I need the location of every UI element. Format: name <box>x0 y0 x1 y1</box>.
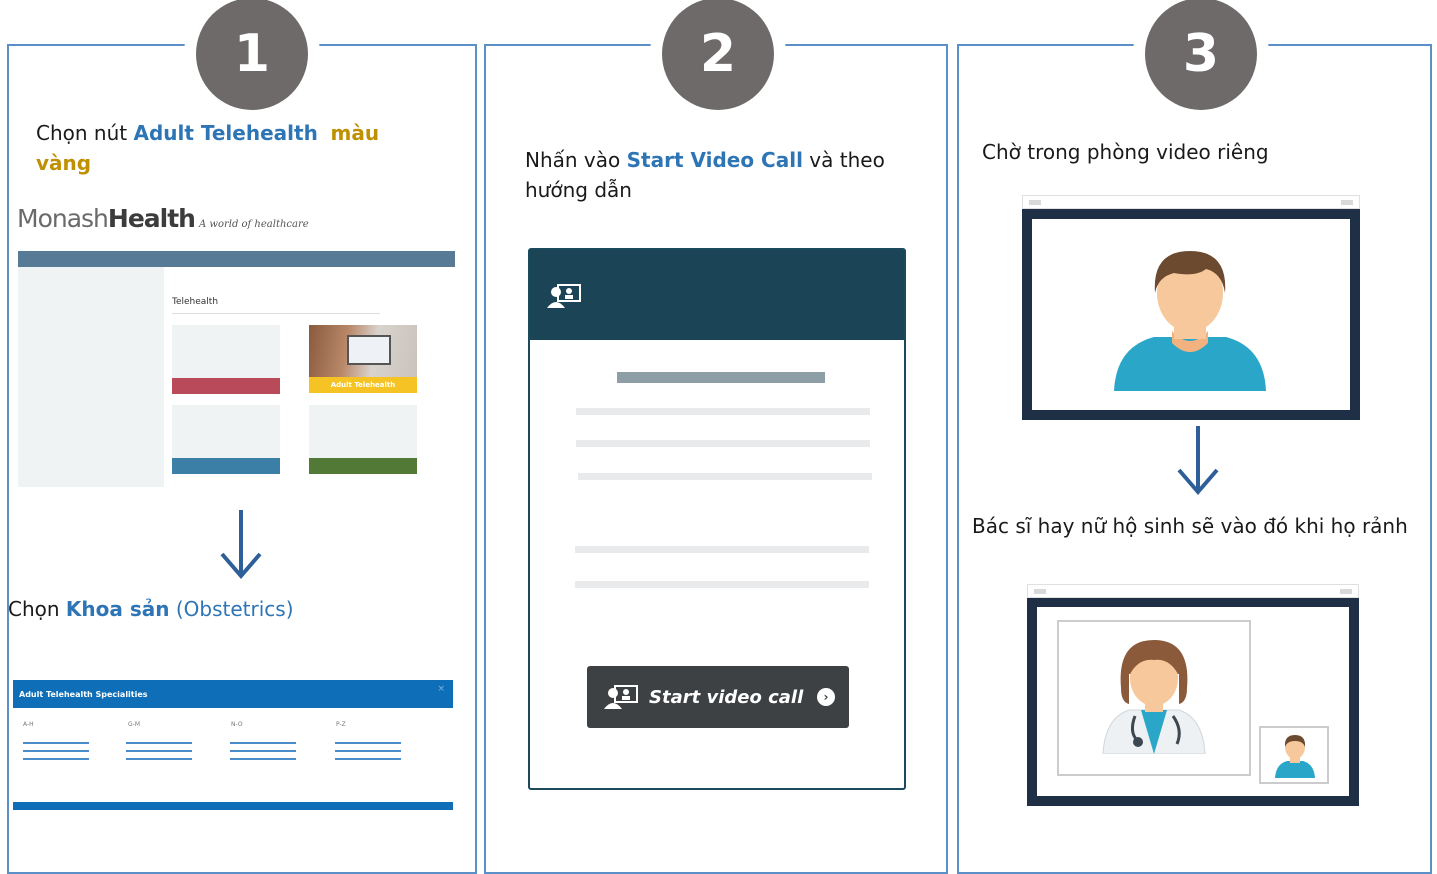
chevron-right-icon: › <box>817 688 835 706</box>
obstetrics-highlight: Khoa sản <box>65 597 170 621</box>
mockup-sidebar <box>18 267 164 487</box>
step-2-instruction: Nhấn vào Start Video Call và theo hướng … <box>525 148 885 202</box>
start-video-call-button[interactable]: Start video call › <box>587 666 849 728</box>
service-tile-bar <box>172 378 280 394</box>
specialities-footer <box>13 802 453 810</box>
step-3-sub-instruction: Bác sĩ hay nữ hộ sinh sẽ vào đó khi họ r… <box>972 514 1408 538</box>
card-placeholder-line <box>578 473 872 480</box>
specialities-dialog: Adult Telehealth Specialities × A-H G-M … <box>13 680 453 810</box>
video-call-icon <box>547 284 581 308</box>
step-1-number: 1 <box>196 0 308 110</box>
adult-telehealth-photo <box>309 325 417 377</box>
doctor-icon <box>1102 640 1206 754</box>
down-arrow-icon <box>220 510 262 580</box>
specialities-title: Adult Telehealth Specialities <box>13 680 453 708</box>
step-1-instruction: Chọn nút Adult Telehealth màu vàng <box>36 118 436 178</box>
card-placeholder-line <box>575 581 869 588</box>
card-placeholder-line <box>575 546 869 553</box>
adult-telehealth-button[interactable]: Adult Telehealth <box>309 377 417 393</box>
adult-telehealth-highlight: Adult Telehealth <box>133 121 318 145</box>
service-tile <box>172 405 280 459</box>
monash-health-logo: MonashHealth A world of healthcare <box>17 204 309 233</box>
service-tile-bar <box>172 458 280 474</box>
step-2-number: 2 <box>662 0 774 110</box>
person-icon <box>1275 735 1315 778</box>
mockup-title: Telehealth <box>172 297 219 307</box>
service-tile-bar <box>309 458 417 474</box>
card-placeholder-title <box>617 372 825 383</box>
start-video-call-highlight: Start Video Call <box>626 148 803 172</box>
step-3-instruction: Chờ trong phòng video riêng <box>982 140 1269 164</box>
start-video-call-label: Start video call <box>649 686 804 708</box>
video-room-window <box>1022 195 1360 420</box>
consultation-window <box>1027 584 1359 806</box>
card-placeholder-line <box>576 440 870 447</box>
step-1-text: Chọn nút <box>36 121 134 145</box>
mockup-divider <box>172 313 380 314</box>
speciality-column-label: G-M <box>128 721 140 728</box>
step-3-number: 3 <box>1145 0 1257 110</box>
card-placeholder-line <box>576 408 870 415</box>
step-1-sub-instruction: Chọn Khoa sản (Obstetrics) <box>8 597 294 621</box>
video-call-card: Start video call › <box>528 248 906 790</box>
mockup-header-bar <box>18 251 455 267</box>
person-icon <box>1114 251 1266 391</box>
service-tile <box>309 405 417 459</box>
speciality-column-label: N-O <box>231 721 243 728</box>
video-call-icon <box>604 685 638 709</box>
down-arrow-icon <box>1177 426 1219 496</box>
speciality-column-label: A-H <box>23 721 34 728</box>
speciality-column-label: P-Z <box>336 721 346 728</box>
card-header <box>530 250 904 340</box>
service-tile <box>172 325 280 379</box>
close-icon[interactable]: × <box>437 684 445 694</box>
